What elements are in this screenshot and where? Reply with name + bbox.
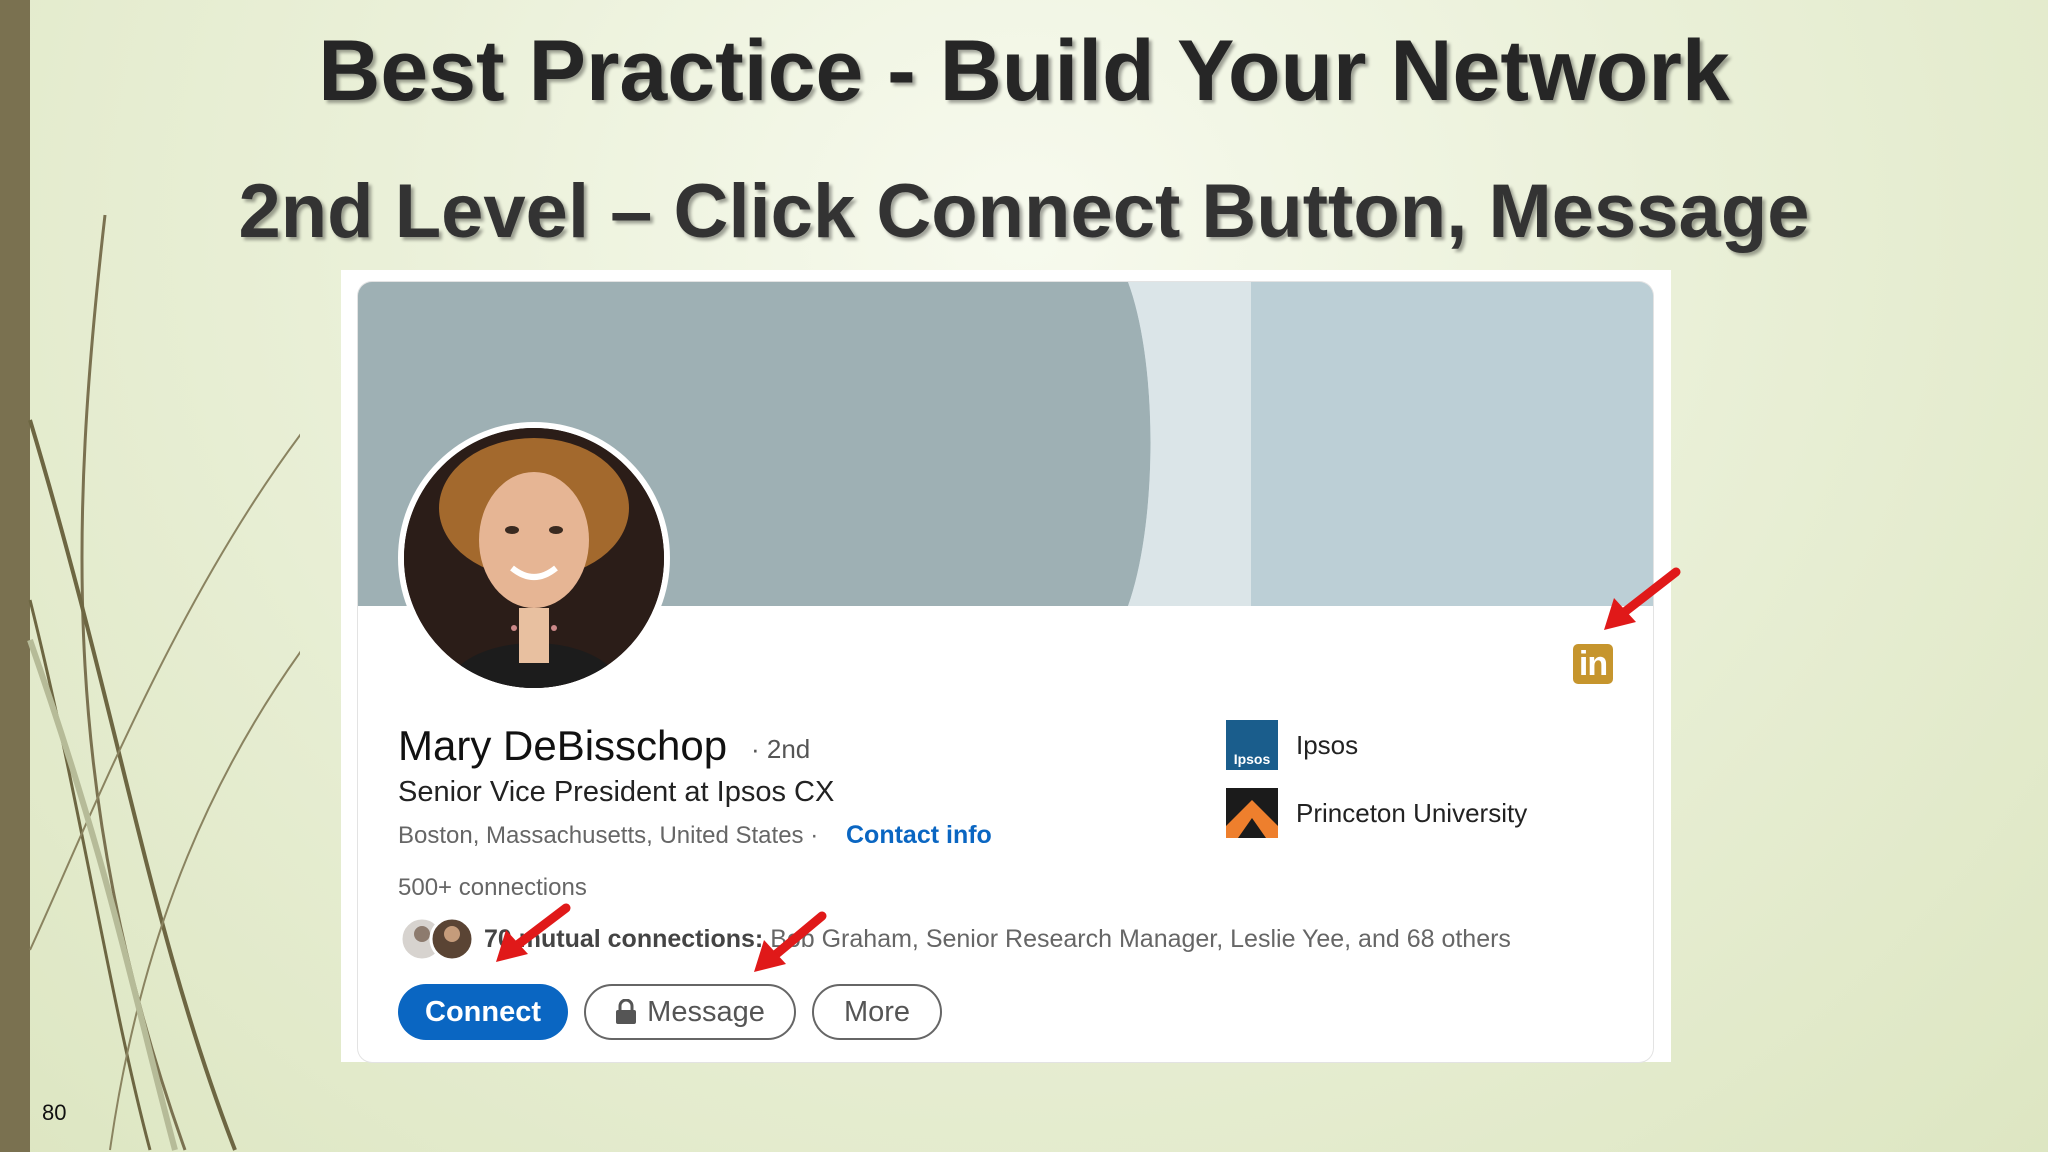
lock-icon: [616, 999, 637, 1024]
slide-page-number: 80: [42, 1100, 67, 1125]
org-ipsos[interactable]: Ipsos Ipsos: [1226, 720, 1358, 770]
linkedin-icon[interactable]: in: [1573, 644, 1613, 684]
contact-info-link[interactable]: Contact info: [846, 821, 992, 850]
profile-location: Boston, Massachusetts, United States ·: [398, 822, 819, 849]
arrow-to-linkedin-icon: [1604, 567, 1681, 630]
profile-photo[interactable]: [398, 422, 670, 694]
princeton-logo: [1226, 788, 1278, 838]
message-label: Message: [647, 995, 765, 1028]
ipsos-logo: Ipsos: [1226, 720, 1278, 770]
arrow-to-connect-button: [496, 903, 571, 962]
mutual-connections[interactable]: 70 mutual connections: Bob Graham, Senio…: [484, 925, 1511, 954]
org-princeton[interactable]: Princeton University: [1226, 788, 1527, 838]
more-button[interactable]: More: [812, 984, 942, 1040]
mutual-names: Bob Graham, Senior Research Manager, Les…: [770, 925, 1511, 953]
profile-name: Mary DeBisschop: [398, 722, 728, 769]
profile-headline: Senior Vice President at Ipsos CX: [398, 776, 835, 808]
connection-degree: · 2nd: [751, 734, 811, 764]
mutual-avatars[interactable]: [400, 916, 476, 962]
arrow-to-message-button: [754, 911, 827, 972]
message-button[interactable]: Message: [584, 984, 796, 1040]
org-name: Ipsos: [1296, 729, 1359, 760]
connect-button[interactable]: Connect: [398, 984, 568, 1040]
slide-subtitle: 2nd Level – Click Connect Button, Messag…: [238, 169, 1810, 254]
connections-count[interactable]: 500+ connections: [398, 874, 587, 902]
org-name: Princeton University: [1296, 797, 1528, 828]
slide-title: Best Practice - Build Your Network: [318, 23, 1730, 119]
